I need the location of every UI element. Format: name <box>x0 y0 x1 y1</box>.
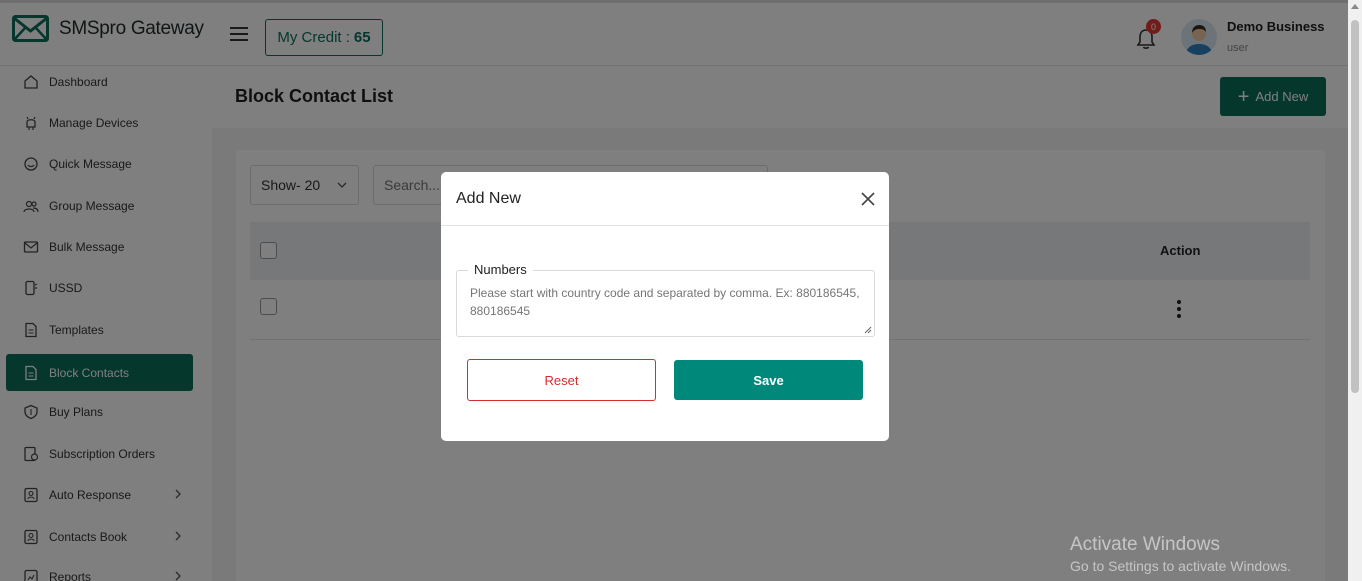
reset-button[interactable]: Reset <box>467 359 656 401</box>
resize-grip-icon[interactable] <box>864 326 872 334</box>
save-button[interactable]: Save <box>674 360 863 400</box>
numbers-textarea[interactable] <box>457 271 874 336</box>
page-scrollbar[interactable] <box>1348 0 1362 581</box>
modal-title: Add New <box>456 190 521 207</box>
numbers-field <box>456 270 875 337</box>
numbers-label: Numbers <box>468 262 533 277</box>
modal-header: Add New <box>441 172 889 226</box>
close-icon[interactable] <box>859 190 877 208</box>
activation-watermark-title: Activate Windows <box>1070 534 1220 555</box>
scroll-up-icon[interactable] <box>1351 4 1359 9</box>
activation-watermark-subtitle: Go to Settings to activate Windows. <box>1070 558 1291 574</box>
add-new-modal: Add New Numbers Reset Save <box>441 172 889 441</box>
scroll-thumb[interactable] <box>1351 20 1359 393</box>
